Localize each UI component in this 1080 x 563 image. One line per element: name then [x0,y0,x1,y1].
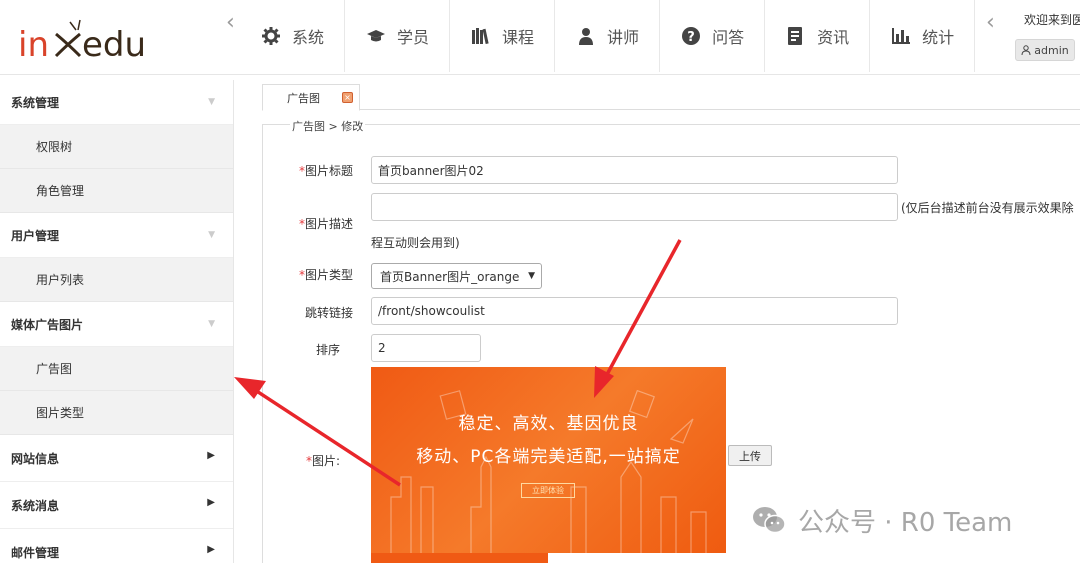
nav-label: 课程 [502,28,535,47]
chevron-right-icon: ▶ [207,450,215,461]
sidebar-item-label: 广告图 [36,362,73,376]
sidebar-item-label: 权限树 [36,140,73,154]
sidebar-group-messages[interactable]: 系统消息 ▶ [0,482,233,529]
admin-button[interactable]: admin [1015,39,1075,61]
nav-label: 资讯 [817,28,850,47]
title-label: *图片标题 [273,162,353,179]
sidebar-item-label: 角色管理 [36,184,85,198]
sidebar-item-permission-tree[interactable]: 权限树 [0,125,233,169]
chevron-down-icon: ▼ [208,230,215,240]
watermark: 公众号 · R0 Team [752,502,1012,538]
graduation-cap-icon [367,27,386,45]
news-icon [787,27,805,45]
user-icon [577,27,595,45]
sidebar-group-site-info[interactable]: 网站信息 ▶ [0,435,233,482]
type-select-value: 首页Banner图片_orange [380,269,520,284]
sidebar-group-label: 媒体广告图片 [11,317,84,332]
chevron-down-icon: ▼ [528,271,535,281]
top-header: in edu ‹ 系统 学员 课程 讲师 ? 问答 资讯 统计 ‹ 欢迎来到医 … [0,0,1080,75]
watermark-text: 公众号 · R0 Team [798,507,1013,538]
books-icon [472,27,490,45]
nav-item-system[interactable]: 系统 [240,0,346,72]
sidebar-group-label: 系统消息 [11,498,60,513]
tab-bar: 广告图 × [262,84,1080,111]
banner-cta: 立即体验 [521,483,575,498]
nav-item-courses[interactable]: 课程 [450,0,556,72]
sidebar-group-label: 系统管理 [11,95,60,110]
title-label-text: 图片标题 [304,164,353,178]
image-label-text: 图片: [311,454,340,468]
nav-item-students[interactable]: 学员 [345,0,451,72]
description-label: *图片描述 [273,215,353,232]
user-icon [1021,45,1031,55]
link-input[interactable]: /front/showcoulist [371,297,898,325]
nav-item-stats[interactable]: 统计 [870,0,976,72]
nav-label: 问答 [712,28,745,47]
nav-item-exam[interactable]: 考 [975,0,985,72]
nav-label: 统计 [922,28,955,47]
welcome-text: 欢迎来到医 [1024,13,1080,27]
sidebar-item-label: 用户列表 [36,273,85,287]
type-label-text: 图片类型 [304,268,353,282]
sidebar-group-media[interactable]: 媒体广告图片 ▼ [0,302,233,347]
gear-icon [262,27,280,45]
upload-button[interactable]: 上传 [728,445,772,466]
nav-label: 系统 [292,28,325,47]
sidebar-item-ad-images[interactable]: 广告图 [0,347,233,391]
nav-item-qa[interactable]: ? 问答 [660,0,766,72]
top-nav: 系统 学员 课程 讲师 ? 问答 资讯 统计 [240,0,985,72]
sort-label: 排序 [315,343,340,357]
chevron-down-icon: ▼ [208,97,215,107]
chevron-down-icon: ▼ [208,319,215,329]
sidebar-group-label: 网站信息 [11,451,60,466]
banner-preview-image: 稳定、高效、基因优良 移动、PC各端完美适配,一站搞定 立即体验 [371,367,726,553]
nav-label: 讲师 [607,28,640,47]
sidebar-group-users[interactable]: 用户管理 ▼ [0,213,233,258]
description-label-text: 图片描述 [304,217,353,231]
tab-ad-images[interactable]: 广告图 × [262,84,360,111]
tab-label: 广告图 [287,91,320,105]
description-input[interactable] [371,193,898,221]
title-input[interactable]: 首页banner图片02 [371,156,898,184]
svg-text:?: ? [687,30,695,45]
sidebar-group-label: 用户管理 [11,228,60,243]
sidebar-group-mail[interactable]: 邮件管理 ▶ [0,529,233,563]
banner-headline: 稳定、高效、基因优良 [458,414,639,434]
sidebar-item-user-list[interactable]: 用户列表 [0,258,233,302]
wechat-icon [753,507,786,534]
description-hint: (仅后台描述前台没有展示效果除 [901,201,1074,215]
type-select[interactable]: 首页Banner图片_orange ▼ [371,263,542,289]
nav-item-teachers[interactable]: 讲师 [555,0,661,72]
breadcrumb: 广告图 > 修改 [290,118,366,134]
chevron-right-icon: ▶ [207,544,215,555]
svg-text:edu: edu [82,25,146,65]
sidebar-group-label: 邮件管理 [11,545,60,560]
inxedu-logo[interactable]: in edu [18,14,153,66]
type-label: *图片类型 [273,266,353,283]
sidebar-item-label: 图片类型 [36,406,85,420]
sort-input[interactable]: 2 [371,334,481,362]
nav-item-news[interactable]: 资讯 [765,0,871,72]
main-content: 广告图 × 广告图 > 修改 *图片标题 首页banner图片02 *图片描述 … [235,76,1080,563]
sidebar-item-roles[interactable]: 角色管理 [0,169,233,213]
nav-label: 学员 [397,28,430,47]
description-hint-continued: 程互动则会用到) [371,236,460,250]
admin-label: admin [1034,43,1069,57]
question-circle-icon: ? [682,27,701,45]
nav-next-icon[interactable]: ‹ [986,10,996,60]
bar-chart-icon [892,27,911,45]
banner-subline: 移动、PC各端完美适配,一站搞定 [416,447,681,467]
nav-prev-icon[interactable]: ‹ [226,10,236,60]
sidebar: 系统管理 ▼ 权限树 角色管理 用户管理 ▼ 用户列表 媒体广告图片 ▼ 广告图… [0,80,234,563]
image-label: *图片: [260,452,340,469]
sidebar-item-image-types[interactable]: 图片类型 [0,391,233,435]
link-label: 跳转链接 [304,306,353,320]
svg-text:in: in [18,25,49,65]
chevron-right-icon: ▶ [207,497,215,508]
banner-preview-strip [371,553,548,563]
close-icon[interactable]: × [342,92,353,103]
sidebar-group-system[interactable]: 系统管理 ▼ [0,80,233,125]
